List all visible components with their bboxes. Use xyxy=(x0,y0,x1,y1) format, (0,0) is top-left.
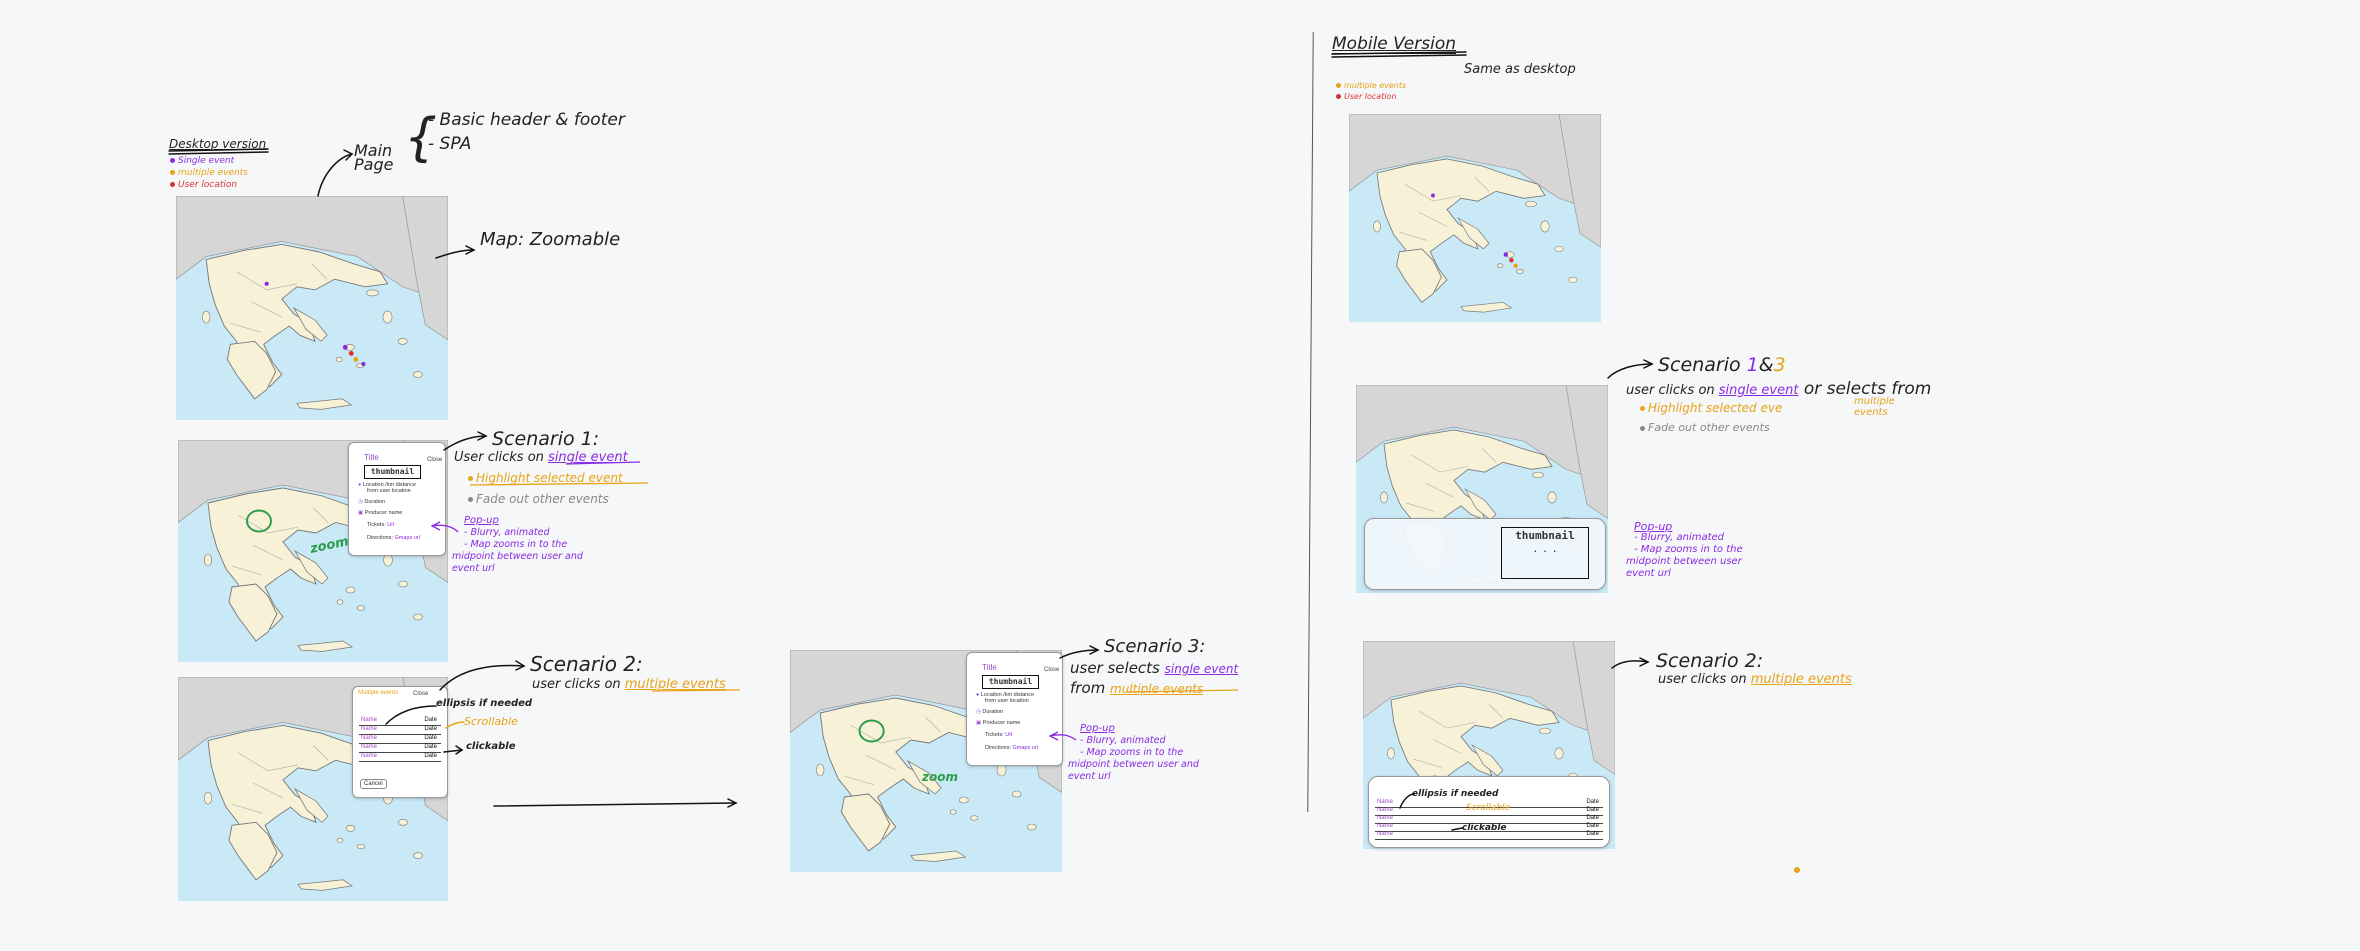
list-close-button[interactable]: Close xyxy=(413,691,428,697)
mobile-s13-popup-desc: - Blurry, animated - Map zooms in to the… xyxy=(1626,532,1743,579)
scenario3-popup-desc: - Blurry, animated - Map zooms in to the… xyxy=(1068,735,1199,782)
desktop-heading: Desktop version xyxy=(169,137,267,151)
mobile-bottom-sheet-s13[interactable]: thumbnail · · · xyxy=(1364,518,1606,590)
legend-item-location: User location xyxy=(1336,91,1406,102)
ellipsis-note: ellipsis if needed xyxy=(436,698,533,709)
producer-icon: ▣ xyxy=(358,510,364,516)
legend-item-location: User location xyxy=(170,179,248,191)
popup-directions: Directions: Gmaps url xyxy=(985,745,1038,751)
popup-title: Title xyxy=(364,453,379,462)
list-item[interactable]: Name Date xyxy=(359,753,441,762)
mobile-s2-title: Scenario 2: xyxy=(1656,650,1764,672)
header-footer-note: - Basic header & footer xyxy=(428,110,625,130)
scenario1-title: Scenario 1: xyxy=(492,428,600,450)
clickable-note: clickable xyxy=(466,741,516,752)
mobile-heading: Mobile Version xyxy=(1332,34,1457,54)
producer-icon: ▣ xyxy=(976,720,982,726)
popup-duration: ◷ Duration xyxy=(976,709,1004,715)
list-item[interactable]: Name Date xyxy=(359,717,441,726)
mobile-s13-highlight: Highlight selected eve xyxy=(1640,401,1782,415)
map-main[interactable] xyxy=(176,196,448,420)
location-pin-icon: ● xyxy=(358,482,362,488)
tickets-link[interactable]: Url xyxy=(387,522,394,528)
scenario1-fade: Fade out other events xyxy=(468,492,609,506)
popup-directions: Directions: Gmaps url xyxy=(367,535,420,541)
popup-thumbnail: thumbnail xyxy=(982,675,1039,689)
scrollable-note: Scrollable xyxy=(464,715,518,728)
scenario2-line1: user clicks on multiple events xyxy=(532,677,726,692)
main-page-note: Main Page xyxy=(354,141,394,174)
legend-item-multiple: multiple events xyxy=(1336,80,1406,91)
clock-icon: ◷ xyxy=(976,709,981,715)
mobile-clickable-note: clickable xyxy=(1462,823,1507,833)
popup-tickets: Tickets: Url xyxy=(367,522,395,528)
zoom-label-s3: zoom xyxy=(922,770,958,784)
legend-item-single: Single event xyxy=(170,155,248,167)
mobile-map-main[interactable] xyxy=(1349,114,1601,322)
mobile-legend: multiple events User location xyxy=(1336,80,1406,102)
scenario1-highlight: Highlight selected event xyxy=(468,471,623,485)
directions-link[interactable]: Gmaps url xyxy=(1013,745,1038,751)
scenario1-popup-desc: - Blurry, animated - Map zooms in to the… xyxy=(452,527,583,574)
section-divider xyxy=(1307,32,1314,812)
mobile-s13-fade: Fade out other events xyxy=(1640,421,1770,434)
mobile-s13-multiple: multiple events xyxy=(1854,396,1895,418)
events-list-popup-s2[interactable]: Multiple events Close Name Date Name Date … xyxy=(352,686,448,798)
location-pin-icon: ● xyxy=(976,692,980,698)
directions-link[interactable]: Gmaps url xyxy=(395,535,420,541)
scenario3-line2: from multiple events xyxy=(1070,679,1204,697)
mobile-s2-line: user clicks on multiple events xyxy=(1658,672,1852,687)
clock-icon: ◷ xyxy=(358,499,363,505)
mobile-same-note: Same as desktop xyxy=(1464,62,1576,77)
scenario2-title: Scenario 2: xyxy=(530,652,643,676)
list-item[interactable]: Name Date xyxy=(359,744,441,753)
map-zoomable-note: Map: Zoomable xyxy=(480,229,621,250)
popup-producer: ▣ Producer name xyxy=(358,510,403,516)
popup-title: Title xyxy=(982,663,997,672)
list-item[interactable]: Name Date xyxy=(359,735,441,744)
mobile-scrollable-note: Scrollable xyxy=(1466,803,1511,813)
scenario1-popup-label: Pop-up xyxy=(464,515,499,526)
scenario1-line1: User clicks on single event xyxy=(454,450,628,465)
popup-producer: ▣ Producer name xyxy=(976,720,1021,726)
event-popup-s1[interactable]: Title Close thumbnail ● Location /km dis… xyxy=(348,442,446,556)
mobile-s13-title: Scenario 1&3 xyxy=(1658,354,1786,376)
scenario3-title: Scenario 3: xyxy=(1104,636,1206,657)
desktop-legend: Single event multiple events User locati… xyxy=(170,155,248,191)
event-popup-s3[interactable]: Title Close thumbnail ● Location /km dis… xyxy=(966,652,1063,766)
popup-tickets: Tickets: Url xyxy=(985,732,1013,738)
popup-location-2: from user location xyxy=(367,488,411,494)
spa-note: - SPA xyxy=(428,134,472,154)
popup-thumbnail: thumbnail xyxy=(364,465,421,479)
tickets-link[interactable]: Url xyxy=(1005,732,1012,738)
popup-close-button[interactable]: Close xyxy=(1044,667,1059,673)
cancel-button[interactable]: Cancel xyxy=(360,779,387,789)
legend-item-multiple: multiple events xyxy=(170,167,248,179)
popup-close-button[interactable]: Close xyxy=(427,457,442,463)
list-header: Multiple events xyxy=(358,690,399,696)
scenario3-popup-label: Pop-up xyxy=(1080,723,1115,734)
popup-location-2: from user location xyxy=(985,698,1029,704)
list-item[interactable]: Name Date xyxy=(359,726,441,735)
mobile-thumbnail: thumbnail · · · xyxy=(1501,527,1589,579)
scenario3-line1: user selects single event xyxy=(1070,659,1239,677)
mobile-ellipsis-note: ellipsis if needed xyxy=(1412,789,1499,799)
popup-duration: ◷ Duration xyxy=(358,499,386,505)
